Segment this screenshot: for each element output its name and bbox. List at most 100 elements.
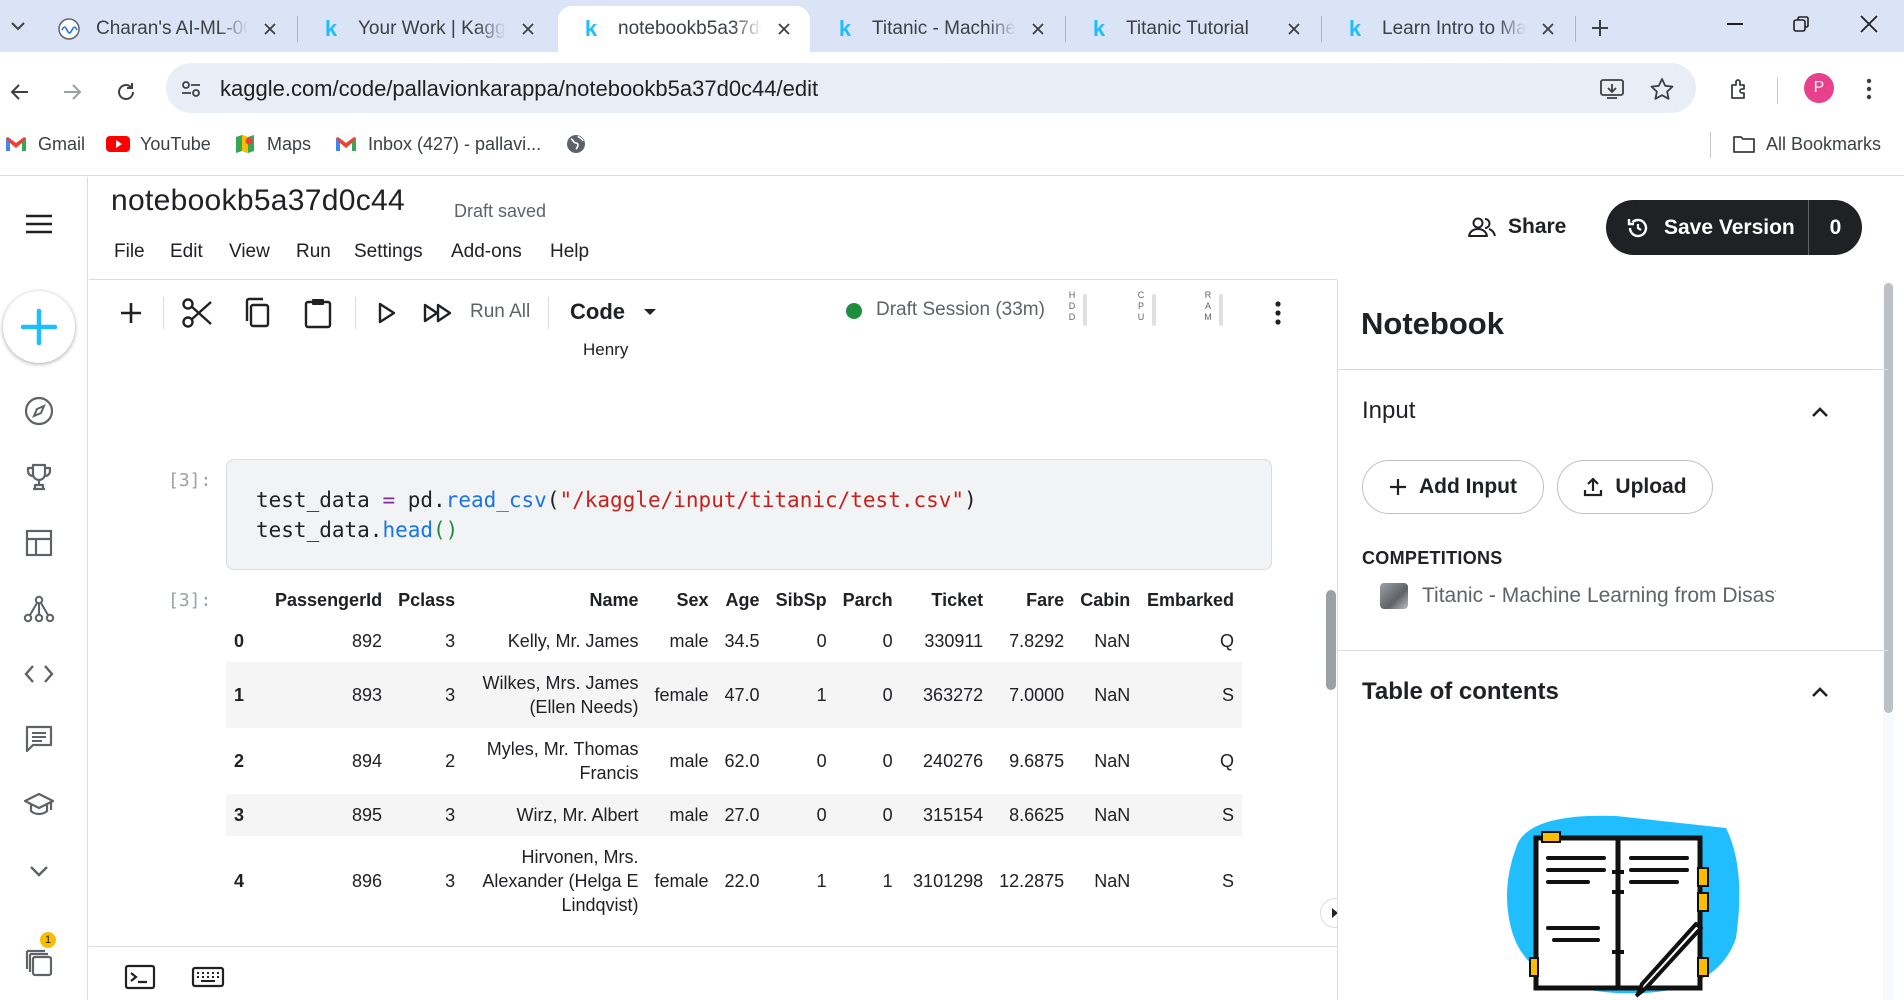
cut-cell-button[interactable] xyxy=(177,293,217,333)
new-tab-button[interactable] xyxy=(1584,12,1616,44)
table-cell: Myles, Mr. Thomas Francis xyxy=(486,739,639,783)
chevron-up-icon[interactable] xyxy=(1808,400,1832,424)
close-window-button[interactable] xyxy=(1834,0,1904,48)
version-count[interactable]: 0 xyxy=(1809,216,1862,240)
table-cell: male xyxy=(669,631,709,651)
add-input-button[interactable]: Add Input xyxy=(1362,460,1544,514)
more-options-icon[interactable] xyxy=(1852,72,1886,106)
close-tab-icon[interactable] xyxy=(1282,17,1306,41)
table-cell: 0 xyxy=(816,751,827,771)
add-cell-button[interactable] xyxy=(111,293,151,333)
notebook-scrollbar[interactable] xyxy=(1326,590,1336,690)
keyboard-shortcuts-button[interactable] xyxy=(190,960,226,994)
bookmark-gmail[interactable]: Gmail xyxy=(4,131,85,157)
browser-tab[interactable]: k Titanic Tutorial xyxy=(1066,6,1320,52)
cell-type-select[interactable]: Code xyxy=(570,299,657,325)
browser-tab[interactable]: Charan's AI-ML-00 xyxy=(36,6,296,52)
menu-run[interactable]: Run xyxy=(296,241,331,263)
toc-heading[interactable]: Table of contents xyxy=(1362,678,1559,706)
discussion-icon[interactable] xyxy=(19,719,59,759)
table-cell: NaN xyxy=(1094,685,1131,705)
run-all-icon-button[interactable] xyxy=(418,293,458,333)
browser-tab-active[interactable]: k notebookb5a37d0c44 xyxy=(558,6,810,52)
kebab-menu-icon xyxy=(1275,301,1281,325)
save-version-button[interactable]: Save Version 0 xyxy=(1606,200,1862,255)
bookmark-maps[interactable]: Maps xyxy=(233,131,311,157)
share-button[interactable]: Share xyxy=(1468,211,1566,243)
competition-item[interactable]: Titanic - Machine Learning from Disaster xyxy=(1366,580,1776,612)
bookmark-label: Maps xyxy=(267,133,312,154)
back-button[interactable] xyxy=(0,72,40,112)
close-tab-icon[interactable] xyxy=(772,17,796,41)
chevron-down-icon[interactable] xyxy=(19,851,59,891)
upload-button[interactable]: Upload xyxy=(1557,460,1713,514)
browser-tab[interactable]: k Your Work | Kaggle xyxy=(298,6,554,52)
minimize-button[interactable] xyxy=(1700,0,1770,48)
menu-edit[interactable]: Edit xyxy=(170,241,203,263)
console-button[interactable] xyxy=(122,960,158,994)
restore-icon xyxy=(1793,16,1809,32)
toolbar-divider xyxy=(89,279,1337,280)
site-info-icon[interactable] xyxy=(174,72,208,106)
table-cell: 0 xyxy=(882,685,893,705)
notifications-icon[interactable] xyxy=(19,943,59,983)
code-cell[interactable] xyxy=(226,459,1272,570)
url-text[interactable]: kaggle.com/code/pallavionkarappa/noteboo… xyxy=(220,76,818,102)
bookmark-inbox[interactable]: Inbox (427) - pallavi... xyxy=(334,131,541,157)
code-token: test_data. xyxy=(256,518,383,542)
tab-search-button[interactable] xyxy=(4,14,32,38)
bookmark-youtube[interactable]: YouTube xyxy=(106,131,211,157)
paste-cell-button[interactable] xyxy=(298,293,338,333)
table-cell: 2 xyxy=(234,751,245,771)
bookmark-star-icon[interactable] xyxy=(1645,72,1679,106)
session-status[interactable]: Draft Session (33m) xyxy=(876,299,1045,321)
forward-button[interactable] xyxy=(52,72,92,112)
models-icon[interactable] xyxy=(19,589,59,629)
close-tab-icon[interactable] xyxy=(258,17,282,41)
copy-cell-button[interactable] xyxy=(237,293,277,333)
menu-file[interactable]: File xyxy=(114,241,145,263)
wave-app-icon xyxy=(58,18,80,40)
run-all-button[interactable]: Run All xyxy=(470,301,530,323)
tab-title: Your Work | Kaggle xyxy=(358,18,506,39)
browser-tab[interactable]: k Learn Intro to Machine Learning xyxy=(1322,6,1574,52)
panel-divider xyxy=(1338,369,1888,370)
share-label: Share xyxy=(1508,215,1567,238)
cpu-meter[interactable]: CPU xyxy=(1136,290,1166,330)
notebook-title[interactable]: notebookb5a37d0c44 xyxy=(111,184,405,218)
menu-settings[interactable]: Settings xyxy=(354,241,423,263)
close-tab-icon[interactable] xyxy=(1026,17,1050,41)
trophy-icon[interactable] xyxy=(19,457,59,497)
bookmark-globe[interactable] xyxy=(564,131,598,157)
profile-avatar[interactable]: P xyxy=(1804,73,1834,103)
side-panel-scrollbar[interactable] xyxy=(1884,283,1893,713)
ram-meter[interactable]: RAM xyxy=(1203,290,1233,330)
learn-icon[interactable] xyxy=(19,785,59,825)
create-button[interactable] xyxy=(3,291,75,363)
more-actions-button[interactable] xyxy=(1258,293,1298,333)
install-app-icon[interactable] xyxy=(1595,72,1629,106)
reload-button[interactable] xyxy=(106,72,146,112)
input-section-heading[interactable]: Input xyxy=(1362,397,1415,425)
table-icon[interactable] xyxy=(19,523,59,563)
extensions-icon[interactable] xyxy=(1723,72,1757,106)
code-line-2[interactable]: test_data.head() xyxy=(256,518,458,542)
chevron-up-icon[interactable] xyxy=(1808,680,1832,704)
restore-button[interactable] xyxy=(1766,0,1836,48)
kaggle-icon: k xyxy=(584,16,598,41)
code-line-1[interactable]: test_data = pd.read_csv("/kaggle/input/t… xyxy=(256,488,977,512)
hdd-meter[interactable]: HDD xyxy=(1067,290,1097,330)
menu-addons[interactable]: Add-ons xyxy=(451,241,522,263)
browser-tab[interactable]: k Titanic - Machine Learning xyxy=(812,6,1064,52)
table-cell: 0 xyxy=(882,631,893,651)
menu-view[interactable]: View xyxy=(229,241,270,263)
close-tab-icon[interactable] xyxy=(1536,17,1560,41)
menu-help[interactable]: Help xyxy=(550,241,589,263)
run-cell-button[interactable] xyxy=(366,293,406,333)
table-cell: Hirvonen, Mrs. Alexander (Helga E Lindqv… xyxy=(482,847,639,915)
close-tab-icon[interactable] xyxy=(516,17,540,41)
compass-icon[interactable] xyxy=(19,391,59,431)
menu-icon[interactable] xyxy=(19,204,59,244)
code-icon[interactable] xyxy=(19,654,59,694)
all-bookmarks-button[interactable]: All Bookmarks xyxy=(1732,131,1881,157)
